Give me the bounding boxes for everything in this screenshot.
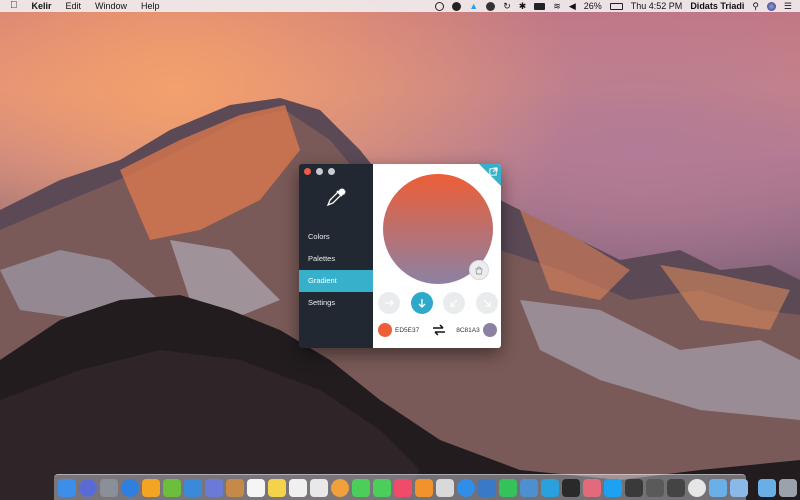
preview-icon[interactable] <box>709 478 727 497</box>
finder-icon[interactable] <box>58 478 76 497</box>
menu-bar:  Kelir Edit Window Help ▲ ↻ ✱ ≋ ◀ 26% T… <box>0 0 800 12</box>
reminders-icon[interactable] <box>289 478 307 497</box>
close-button[interactable] <box>304 168 311 175</box>
music-icon[interactable] <box>394 478 412 497</box>
siri-tray-icon[interactable] <box>766 1 776 11</box>
notification-center-icon[interactable]: ☰ <box>784 0 792 12</box>
kelir-window: Colors Palettes Gradient Settings ED5E37… <box>299 164 501 348</box>
siri-icon[interactable] <box>79 478 97 497</box>
launchpad-icon[interactable] <box>100 478 118 497</box>
gradient-panel: ED5E37 8C81A3 <box>373 164 501 348</box>
direction-down-right-button[interactable] <box>475 292 498 314</box>
wifi-icon[interactable]: ≋ <box>553 0 561 12</box>
eyedropper-icon[interactable] <box>325 186 347 208</box>
evernote-icon[interactable] <box>163 478 181 497</box>
display-icon[interactable] <box>534 2 546 10</box>
twitter-icon[interactable] <box>604 478 622 497</box>
dropbox-icon[interactable] <box>486 1 496 11</box>
arrow-down-icon <box>418 299 426 308</box>
color-picker-icon[interactable] <box>688 478 706 497</box>
direction-down-button[interactable] <box>410 292 433 314</box>
popout-icon[interactable] <box>489 167 498 176</box>
photo-browser-icon[interactable] <box>205 478 223 497</box>
transmit-icon[interactable] <box>436 478 454 497</box>
arrow-right-icon <box>385 299 394 307</box>
safari-icon[interactable] <box>121 478 139 497</box>
window-controls <box>304 168 335 175</box>
menu-edit[interactable]: Edit <box>66 0 82 12</box>
dock <box>54 474 797 500</box>
whatsapp-icon[interactable] <box>499 478 517 497</box>
slack-icon[interactable] <box>625 478 643 497</box>
end-color-hex[interactable]: 8C81A3 <box>456 327 480 334</box>
start-color-hex[interactable]: ED5E37 <box>395 327 419 334</box>
network-icon[interactable] <box>646 478 664 497</box>
folder-icon[interactable] <box>758 478 776 497</box>
compass-icon[interactable] <box>452 1 462 11</box>
menu-app-name[interactable]: Kelir <box>32 0 52 12</box>
sidebar-item-settings[interactable]: Settings <box>299 292 373 314</box>
battery-icon[interactable] <box>609 2 623 10</box>
sqlite-icon[interactable] <box>520 478 538 497</box>
menu-window[interactable]: Window <box>95 0 127 12</box>
spotlight-icon[interactable]: ⚲ <box>752 0 759 12</box>
activity-icon[interactable] <box>667 478 685 497</box>
direction-buttons <box>378 292 498 314</box>
kelir-icon[interactable] <box>583 478 601 497</box>
sidebar-item-palettes[interactable]: Palettes <box>299 248 373 270</box>
apple-menu-icon[interactable]:  <box>10 0 18 12</box>
sidebar-item-gradient[interactable]: Gradient <box>299 270 373 292</box>
swap-colors-icon[interactable] <box>431 324 447 336</box>
photos-icon[interactable] <box>331 478 349 497</box>
menu-help[interactable]: Help <box>141 0 160 12</box>
facetime-icon[interactable] <box>373 478 391 497</box>
clock[interactable]: Thu 4:52 PM <box>631 0 683 12</box>
battery-percent[interactable]: 26% <box>584 0 602 12</box>
telegram-icon[interactable] <box>541 478 559 497</box>
sidebar-item-colors[interactable]: Colors <box>299 226 373 248</box>
arrow-down-left-icon <box>450 299 458 307</box>
user-name[interactable]: Didats Triadi <box>690 0 744 12</box>
books-icon[interactable] <box>415 478 433 497</box>
tasks-icon[interactable] <box>310 478 328 497</box>
direction-right-button[interactable] <box>378 292 400 314</box>
xcode-icon[interactable] <box>184 478 202 497</box>
bag-icon <box>475 266 483 275</box>
simulator-icon[interactable] <box>478 478 496 497</box>
volume-icon[interactable]: ◀ <box>569 0 576 12</box>
app-store-icon[interactable] <box>457 478 475 497</box>
gradient-colors: ED5E37 8C81A3 <box>378 322 498 338</box>
minimize-button[interactable] <box>316 168 323 175</box>
notes-icon[interactable] <box>268 478 286 497</box>
start-color-swatch[interactable] <box>378 323 392 337</box>
arrow-down-right-icon <box>483 299 491 307</box>
sketch-icon[interactable] <box>142 478 160 497</box>
bluetooth-icon[interactable]: ✱ <box>519 0 527 12</box>
status-icon[interactable] <box>435 1 445 11</box>
trash-icon[interactable] <box>779 478 797 497</box>
direction-down-left-button[interactable] <box>443 292 466 314</box>
end-color-swatch[interactable] <box>482 323 497 337</box>
calendar-icon[interactable] <box>247 478 265 497</box>
save-gradient-button[interactable] <box>469 260 489 280</box>
maximize-button[interactable] <box>328 168 335 175</box>
notefile-icon[interactable] <box>226 478 244 497</box>
sidebar-nav: Colors Palettes Gradient Settings <box>299 226 373 314</box>
time-machine-icon[interactable]: ↻ <box>503 0 511 12</box>
twitter-tray-icon[interactable]: ▲ <box>469 0 478 12</box>
cloudapp-icon[interactable] <box>730 478 748 497</box>
messages-icon[interactable] <box>352 478 370 497</box>
kelir-sidebar: Colors Palettes Gradient Settings <box>299 164 373 348</box>
terminal-icon[interactable] <box>562 478 580 497</box>
